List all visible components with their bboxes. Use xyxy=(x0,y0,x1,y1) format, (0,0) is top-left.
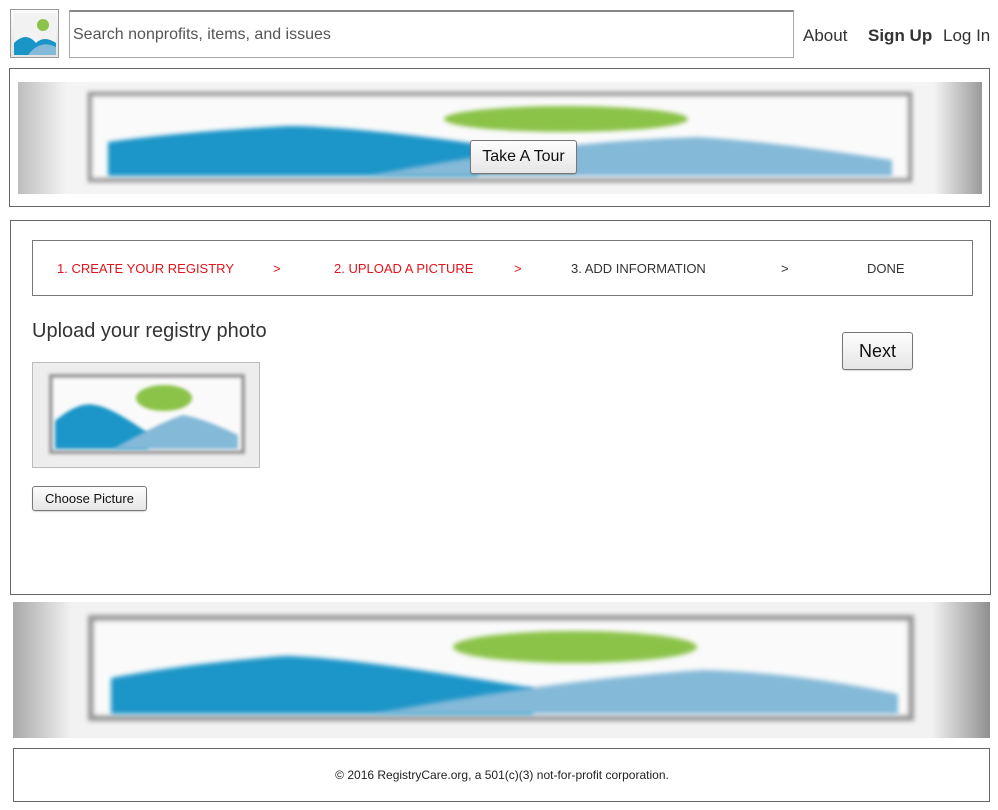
next-button[interactable]: Next xyxy=(842,332,913,370)
image-placeholder-icon xyxy=(14,13,56,55)
bottom-banner xyxy=(13,602,990,738)
nav-about[interactable]: About xyxy=(803,26,847,46)
step-separator: > xyxy=(514,261,522,276)
take-tour-button[interactable]: Take A Tour xyxy=(470,140,577,174)
wizard-steps: 1. CREATE YOUR REGISTRY > 2. UPLOAD A PI… xyxy=(32,240,973,296)
search-input[interactable] xyxy=(69,10,794,58)
registry-photo-preview xyxy=(32,362,260,468)
choose-picture-button[interactable]: Choose Picture xyxy=(32,486,147,511)
step-done: DONE xyxy=(867,261,905,276)
image-placeholder-icon xyxy=(13,602,990,738)
nav-signup[interactable]: Sign Up xyxy=(868,26,932,46)
image-placeholder-icon xyxy=(33,363,259,467)
site-logo[interactable] xyxy=(10,9,59,58)
top-banner xyxy=(18,82,982,194)
upload-heading: Upload your registry photo xyxy=(32,320,267,342)
image-placeholder-icon xyxy=(18,82,982,194)
step-separator: > xyxy=(781,261,789,276)
step-upload-picture[interactable]: 2. UPLOAD A PICTURE xyxy=(334,261,473,276)
step-add-information: 3. ADD INFORMATION xyxy=(571,261,706,276)
footer-copyright: © 2016 RegistryCare.org, a 501(c)(3) not… xyxy=(335,768,669,782)
nav-login[interactable]: Log In xyxy=(943,26,990,46)
step-separator: > xyxy=(273,261,281,276)
step-create-registry[interactable]: 1. CREATE YOUR REGISTRY xyxy=(57,261,234,276)
